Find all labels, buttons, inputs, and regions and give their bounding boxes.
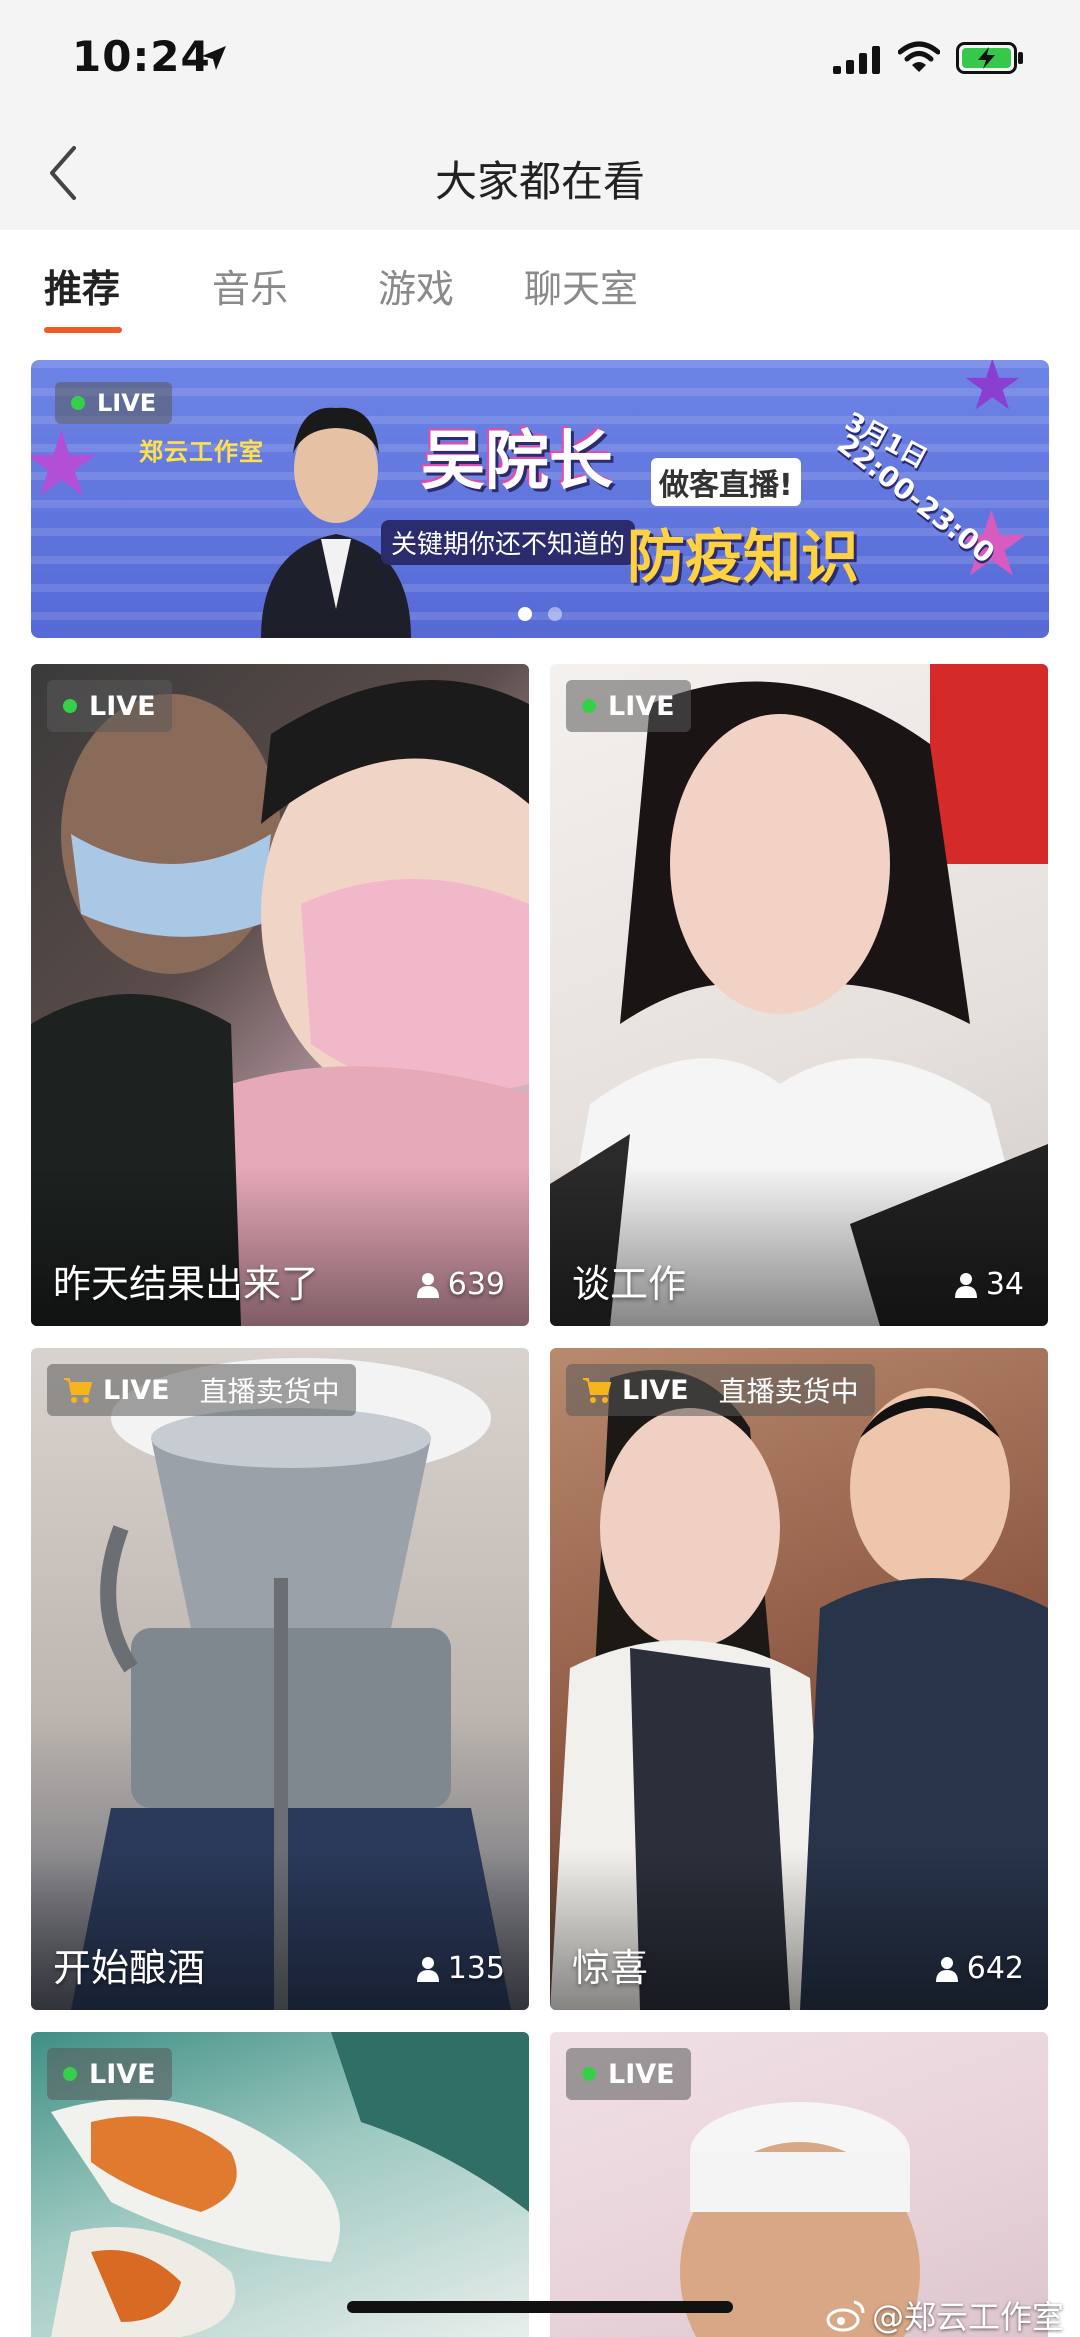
viewer-count-value: 135 xyxy=(447,1951,505,1986)
live-card[interactable]: LIVE 昨天结果出来了 639 xyxy=(31,664,529,1326)
viewer-count-value: 639 xyxy=(447,1267,505,1302)
tab-music[interactable]: 音乐 xyxy=(212,258,288,313)
tab-games[interactable]: 游戏 xyxy=(378,258,454,313)
star-decoration-icon: ★ xyxy=(31,412,102,517)
viewer-count: 135 xyxy=(416,1951,505,1986)
live-card[interactable]: LIVE 直播卖货中 惊喜 642 xyxy=(550,1348,1048,2010)
live-badge: LIVE xyxy=(566,680,691,732)
viewer-count: 642 xyxy=(935,1951,1024,1986)
live-badge: LIVE xyxy=(566,2048,691,2100)
banner-subtitle: 关键期你还不知道的 xyxy=(381,520,636,565)
carousel-dot[interactable] xyxy=(518,607,532,621)
tab-recommend[interactable]: 推荐 xyxy=(44,258,120,313)
banner-studio: 郑云工作室 xyxy=(139,438,264,466)
live-dot-icon xyxy=(582,2067,596,2081)
live-dot-icon xyxy=(71,396,85,410)
viewer-count-value: 642 xyxy=(966,1951,1024,1986)
carousel-dots xyxy=(31,606,1049,625)
cellular-signal-icon xyxy=(833,46,880,74)
live-label: LIVE xyxy=(608,2058,675,2090)
live-card[interactable]: LIVE 谈工作 34 xyxy=(550,664,1048,1326)
card-title: 开始酿酒 xyxy=(53,1946,206,1990)
live-label: LIVE xyxy=(89,690,156,722)
live-label: LIVE xyxy=(103,1374,170,1406)
live-badge: LIVE xyxy=(47,680,172,732)
carousel-dot[interactable] xyxy=(548,607,562,621)
banner-headline: 吴院长 xyxy=(421,425,613,499)
shopping-cart-icon xyxy=(583,1378,612,1403)
selling-label: 直播卖货中 xyxy=(718,1375,859,1408)
live-label: LIVE xyxy=(622,1374,689,1406)
battery-charging-icon xyxy=(956,42,1023,74)
live-badge: LIVE xyxy=(55,382,173,424)
location-arrow-icon xyxy=(202,46,226,70)
viewer-count: 34 xyxy=(954,1267,1024,1302)
card-title: 昨天结果出来了 xyxy=(53,1262,320,1306)
person-icon xyxy=(416,1272,439,1298)
watermark: @郑云工作室 xyxy=(826,2292,1064,2337)
active-tab-indicator xyxy=(44,327,122,333)
shopping-cart-icon xyxy=(64,1378,93,1403)
nav-bar: 大家都在看 xyxy=(0,118,1080,230)
tab-chatroom[interactable]: 聊天室 xyxy=(524,258,638,313)
live-card[interactable]: LIVE 直播卖货中 开始酿酒 135 xyxy=(31,1348,529,2010)
viewer-count: 639 xyxy=(416,1267,505,1302)
banner-tag: 做客直播! xyxy=(651,458,801,506)
live-badge: LIVE xyxy=(47,2048,172,2100)
host-portrait xyxy=(261,407,411,638)
live-badge: LIVE 直播卖货中 xyxy=(566,1364,875,1416)
live-dot-icon xyxy=(63,699,77,713)
card-title: 谈工作 xyxy=(572,1262,687,1306)
person-icon xyxy=(416,1956,439,1982)
person-icon xyxy=(954,1272,977,1298)
star-decoration-icon: ★ xyxy=(961,360,1024,426)
weibo-icon xyxy=(826,2300,865,2332)
live-badge: LIVE 直播卖货中 xyxy=(47,1364,356,1416)
wifi-icon xyxy=(898,41,940,72)
status-time: 10:24 xyxy=(72,32,211,81)
live-label: LIVE xyxy=(608,690,675,722)
person-icon xyxy=(935,1956,958,1982)
live-dot-icon xyxy=(582,699,596,713)
category-tabs: 推荐 音乐 游戏 聊天室 xyxy=(0,230,1080,340)
watermark-text: @郑云工作室 xyxy=(871,2298,1064,2336)
page-title: 大家都在看 xyxy=(434,157,645,206)
status-bar: 10:24 xyxy=(0,0,1080,118)
selling-label: 直播卖货中 xyxy=(199,1375,340,1408)
live-label: LIVE xyxy=(97,389,157,417)
live-label: LIVE xyxy=(89,2058,156,2090)
viewer-count-value: 34 xyxy=(985,1267,1024,1302)
live-card[interactable]: LIVE xyxy=(31,2032,529,2337)
card-title: 惊喜 xyxy=(572,1946,649,1990)
promo-banner[interactable]: ★ ★ ★ LIVE 郑云工作室 吴院长 做客直播! 3月1日 22:00-23… xyxy=(31,360,1049,638)
live-dot-icon xyxy=(63,2067,77,2081)
home-indicator[interactable] xyxy=(347,2301,733,2313)
banner-topic: 防疫知识 xyxy=(627,523,860,591)
